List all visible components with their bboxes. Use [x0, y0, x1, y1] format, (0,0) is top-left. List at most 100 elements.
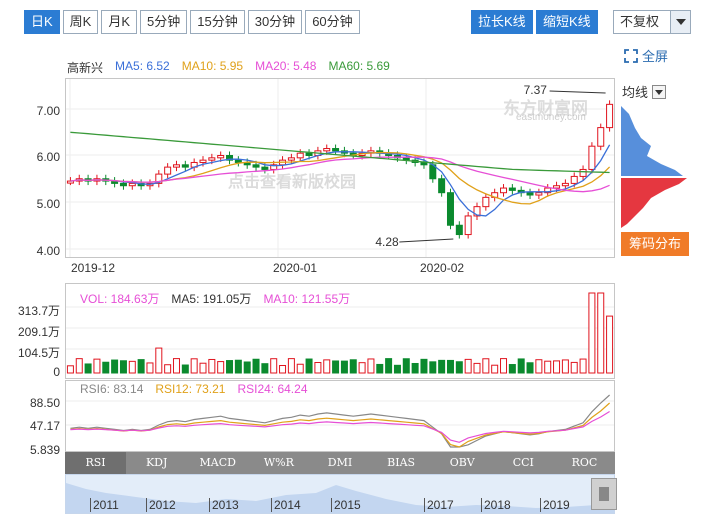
kline-ytick: 5.00 [36, 197, 60, 211]
kline-xtick: 2020-02 [420, 261, 465, 275]
candle-body [455, 224, 463, 236]
volume-bar [199, 362, 207, 374]
indicator-tab[interactable]: MACD [187, 452, 248, 474]
volume-bar [314, 362, 322, 374]
period-tab[interactable]: 周K [62, 10, 99, 34]
indicator-tab[interactable]: RSI [65, 452, 127, 474]
timeline-year-label: 2019 [540, 498, 570, 512]
indicator-tab[interactable]: ROC [554, 452, 615, 474]
stretch-kline-label: 拉长K线 [471, 10, 533, 34]
indicator-tab[interactable]: CCI [493, 452, 554, 474]
volume-bar [411, 362, 419, 374]
adjust-select[interactable]: 不复权 [613, 10, 691, 34]
period-tab[interactable]: 月K [101, 10, 138, 34]
candle-body [305, 152, 313, 157]
volume-bar [332, 360, 340, 374]
volume-ytick: 313.7万 [17, 304, 60, 318]
rsi6-legend: RSI6: 83.14 [80, 382, 144, 396]
high-arrow [549, 90, 606, 94]
period-tabs: 日K 周K 月K 5分钟 15分钟 30分钟 60分钟 [24, 10, 363, 34]
indicator-tab[interactable]: KDJ [126, 452, 187, 474]
indicator-tab[interactable]: DMI [309, 452, 370, 474]
kline-xtick: 2020-01 [273, 261, 318, 275]
rsi24-line [70, 410, 610, 443]
distribution-mode-label: 均线 [622, 85, 649, 100]
volume-bar [252, 358, 260, 374]
volume-bar [305, 358, 313, 374]
volume-bar [270, 358, 278, 374]
volume-bar [473, 362, 481, 374]
period-tab[interactable]: 60分钟 [305, 10, 360, 34]
volume-bar [66, 365, 74, 374]
volume-bar [75, 358, 83, 374]
candle-body [296, 152, 304, 159]
vol-ma5-legend: MA5: 191.05万 [171, 292, 252, 306]
timeline-year-label: 2012 [146, 498, 176, 512]
volume-bar [508, 364, 516, 374]
chip-profit-area [621, 106, 683, 176]
candle-body [438, 178, 446, 194]
volume-bar [93, 358, 101, 374]
watermark-url: eastmoney.com [516, 112, 586, 123]
volume-bar [561, 359, 569, 374]
stock-name: 高新兴 [67, 61, 104, 75]
volume-bar [588, 292, 596, 374]
candle-body [553, 185, 561, 189]
volume-bar [226, 360, 234, 374]
volume-bar [420, 358, 428, 374]
volume-bar [455, 361, 463, 374]
candle-body [500, 187, 508, 194]
candle-body [287, 157, 295, 161]
volume-bar [553, 360, 561, 374]
stretch-kline-button[interactable]: 拉长K线 [471, 10, 533, 34]
volume-bar [597, 292, 605, 374]
volume-bar [137, 359, 145, 374]
volume-bar [606, 315, 614, 374]
timeline-handle[interactable] [591, 478, 617, 510]
indicator-tab[interactable]: BIAS [371, 452, 432, 474]
vol-legend: VOL: 184.63万 [80, 292, 160, 306]
timeline-year-label: 2013 [209, 498, 239, 512]
volume-bar [323, 359, 331, 374]
volume-bar [349, 359, 357, 374]
indicator-tab[interactable]: OBV [432, 452, 493, 474]
rsi12-legend: RSI12: 73.21 [155, 382, 226, 396]
volume-ytick: 104.5万 [17, 346, 60, 360]
volume-ytick: 209.1万 [17, 325, 60, 339]
period-tab[interactable]: 5分钟 [140, 10, 188, 34]
volume-bar [234, 359, 242, 374]
volume-bar [128, 360, 136, 374]
volume-bar [438, 359, 446, 374]
volume-bar [376, 363, 384, 374]
chip-distribution-button[interactable]: 筹码分布 [621, 232, 689, 256]
fullscreen-icon [624, 48, 638, 63]
shrink-kline-button[interactable]: 缩短K线 [536, 10, 598, 34]
kline-xtick: 2019-12 [71, 261, 116, 275]
timeline-year-label: 2011 [90, 498, 119, 512]
period-tab[interactable]: 15分钟 [190, 10, 245, 34]
volume-bar [491, 364, 499, 374]
volume-bar [340, 360, 348, 374]
candle-body [570, 175, 578, 184]
candle-body [119, 182, 127, 187]
kline-legend: 高新兴 MA5: 6.52 MA10: 5.95 MA20: 5.48 MA60… [67, 59, 390, 76]
indicator-tab[interactable]: W%R [248, 452, 309, 474]
period-tab[interactable]: 30分钟 [247, 10, 303, 34]
candle-body [181, 164, 189, 168]
volume-legend: VOL: 184.63万 MA5: 191.05万 MA10: 121.55万 [80, 290, 350, 307]
candle-body [172, 164, 180, 168]
fullscreen-button[interactable]: 全屏 [624, 46, 668, 65]
volume-bar [482, 358, 490, 374]
kline-ytick: 4.00 [36, 244, 60, 258]
volume-bar [429, 361, 437, 374]
period-tab[interactable]: 日K [24, 10, 60, 34]
timeline-navigator[interactable]: 2011 2012 2013 2014 2015 2017 2018 2019 [65, 474, 615, 514]
volume-bar [517, 358, 525, 374]
adjust-select-value: 不复权 [620, 14, 660, 29]
volume-bar [296, 363, 304, 374]
distribution-mode-select[interactable]: 均线 [622, 82, 667, 101]
volume-bar [367, 358, 375, 374]
volume-bar [402, 358, 410, 374]
ma60-legend: MA60: 5.69 [328, 59, 390, 73]
rsi-ytick: 5.839 [29, 443, 60, 457]
